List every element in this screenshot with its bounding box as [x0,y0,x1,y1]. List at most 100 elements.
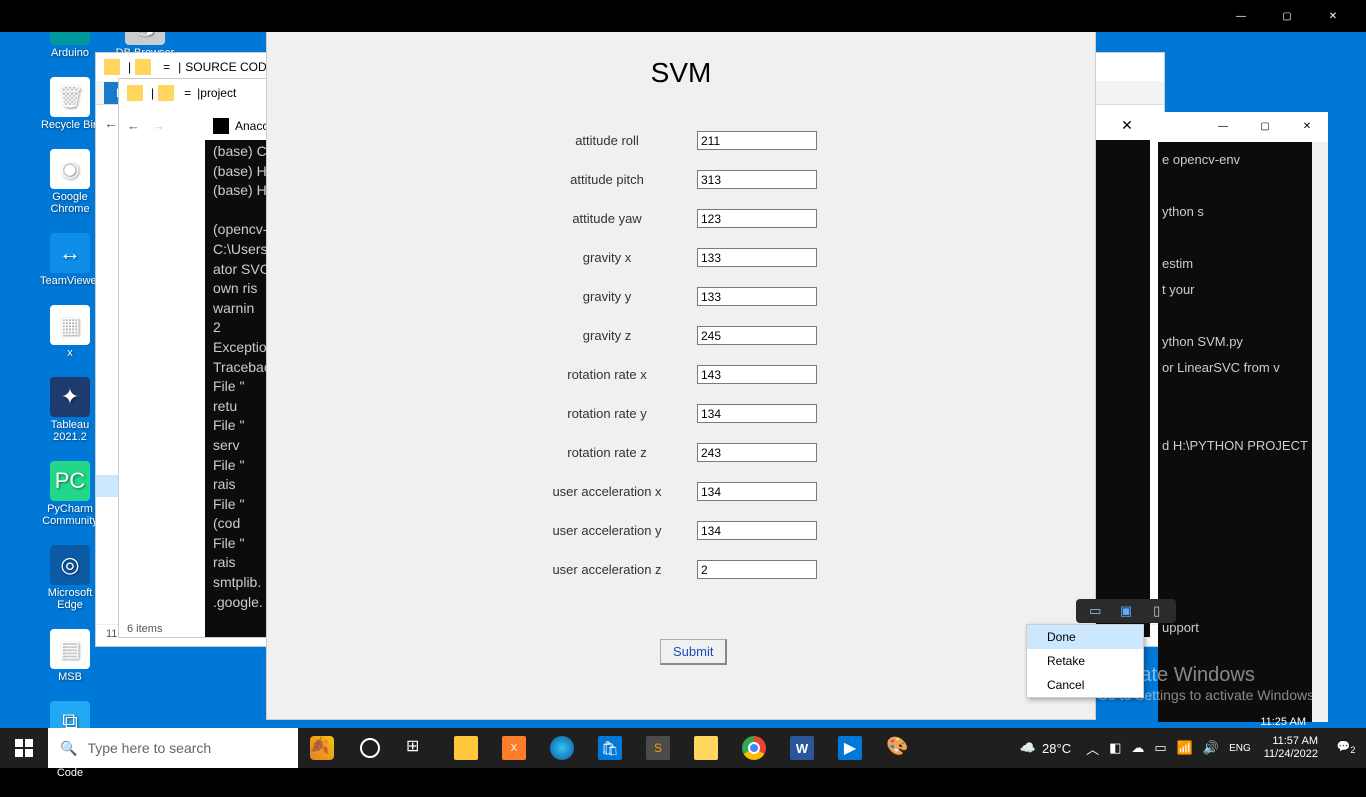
taskbar-explorer[interactable] [682,728,730,768]
notification-button[interactable]: 💬2 [1326,740,1366,755]
terminal-line [1162,225,1324,251]
snip-menu-retake[interactable]: Retake [1027,649,1143,673]
taskbar-sticky-notes[interactable] [442,728,490,768]
taskbar-movies[interactable]: ▶ [826,728,874,768]
cmd2-close[interactable]: ✕ [1286,112,1328,142]
taskbar-chrome[interactable] [730,728,778,768]
taskbar-edge[interactable] [538,728,586,768]
tray-meet-icon[interactable]: ▭ [1149,740,1171,756]
folder-icon [127,85,143,101]
taskbar-xampp[interactable]: X [490,728,538,768]
field-input-user-acceleration-z[interactable] [697,560,817,579]
terminal-line [1162,303,1324,329]
field-input-rotation-rate-z[interactable] [697,443,817,462]
app-icon: ▤ [50,629,90,669]
notification-badge: 2 [1350,746,1355,756]
cmd2-maximize[interactable]: ▢ [1244,112,1286,142]
form-row-gravity-x: gravity x [517,248,817,267]
snipping-menu: DoneRetakeCancel [1026,624,1144,698]
explorer2-status: 6 items [127,623,162,635]
system-tray: ☁️ 28°C ︿ ◧ ☁ ▭ 📶 🔊 ENG 11:57 AM 11/24/2… [1010,728,1366,768]
taskbar-cortana[interactable] [346,728,394,768]
taskbar-task-view[interactable]: ⊞ [394,728,442,768]
search-icon: 🔍 [60,740,77,757]
field-input-gravity-z[interactable] [697,326,817,345]
start-button[interactable] [0,728,48,768]
desktop-icon-google-chrome[interactable]: ◉Google Chrome [40,149,100,215]
terminal-window-right: — ▢ ✕ e opencv-env ython s estimt your y… [1158,112,1328,722]
taskbar-sublime[interactable]: S [634,728,682,768]
form-row-attitude-pitch: attitude pitch [517,170,817,189]
desktop-icon-microsoft-edge[interactable]: ◎Microsoft Edge [40,545,100,611]
bg-maximize-button[interactable]: ▢ [1264,0,1310,32]
cmd2-scrollbar[interactable] [1312,142,1328,722]
nav-back-button[interactable]: ← [104,115,118,131]
snip-icon-1[interactable]: ▭ [1086,602,1104,620]
app-icon: 🗑 [50,77,90,117]
explorer2-title-text: project [200,86,236,100]
tray-onedrive-icon[interactable]: ☁ [1126,740,1149,756]
form-heading: SVM [267,31,1095,89]
form-row-user-acceleration-x: user acceleration x [517,482,817,501]
terminal-line: upport [1162,615,1324,641]
app-icon: ▦ [50,305,90,345]
field-input-attitude-pitch[interactable] [697,170,817,189]
desktop-icon-recycle-bin[interactable]: 🗑Recycle Bin [40,77,100,131]
desktop-icons-column-1: ∞Arduino🗑Recycle Bin◉Google Chrome↔TeamV… [40,5,100,797]
nav-forward-button[interactable]: → [152,118,165,133]
tray-language-icon[interactable]: ENG [1224,743,1256,754]
field-input-gravity-x[interactable] [697,248,817,267]
terminal-line: or LinearSVC from v [1162,355,1324,381]
tray-volume-icon[interactable]: 🔊 [1198,740,1224,756]
nav-back-button[interactable]: ← [127,118,140,133]
app-icon: PC [50,461,90,501]
snip-icon-3[interactable]: ▯ [1148,602,1166,620]
desktop-icon-pycharm-community[interactable]: PCPyCharm Community [40,461,100,527]
desktop-icon-tableau-2021-2[interactable]: ✦Tableau 2021.2 [40,377,100,443]
tray-app-icon[interactable]: ◧ [1104,740,1126,756]
taskbar-store[interactable]: 🛍 [586,728,634,768]
icon-label: Tableau 2021.2 [40,419,100,443]
form-row-gravity-y: gravity y [517,287,817,306]
background-window-controls: — ▢ ✕ [1218,0,1356,32]
snipping-toolbar: ▭ ▣ ▯ [1076,599,1176,623]
field-input-gravity-y[interactable] [697,287,817,306]
field-label: attitude roll [517,133,697,148]
field-label: rotation rate x [517,367,697,382]
submit-button[interactable]: Submit [660,639,727,665]
field-input-attitude-roll[interactable] [697,131,817,150]
field-input-rotation-rate-y[interactable] [697,404,817,423]
taskbar-word[interactable]: W [778,728,826,768]
icon-label: Google Chrome [40,191,100,215]
taskbar-clock[interactable]: 11:57 AM 11/24/2022 [1256,735,1326,761]
snip-icon-2[interactable]: ▣ [1117,602,1135,620]
desktop-icon-teamviewer[interactable]: ↔TeamViewer [40,233,100,287]
tray-wifi-icon[interactable]: 📶 [1172,740,1198,756]
bg-minimize-button[interactable]: — [1218,0,1264,32]
snip-menu-cancel[interactable]: Cancel [1027,673,1143,697]
taskbar-widgets[interactable]: 🍂 [298,728,346,768]
terminal-line [1162,537,1324,563]
taskbar-paint[interactable]: 🎨 [874,728,922,768]
bg-close-button[interactable]: ✕ [1310,0,1356,32]
field-input-rotation-rate-x[interactable] [697,365,817,384]
explorer2-titlebar[interactable]: | =| project [119,79,277,107]
desktop-icon-msb[interactable]: ▤MSB [40,629,100,683]
tray-chevron-up-icon[interactable]: ︿ [1081,739,1104,758]
console-icon [213,118,229,134]
taskbar-search[interactable]: 🔍 Type here to search [48,728,298,768]
terminal-line [1162,511,1324,537]
field-input-attitude-yaw[interactable] [697,209,817,228]
terminal-line: t your [1162,277,1324,303]
snip-menu-done[interactable]: Done [1027,625,1143,649]
weather-widget[interactable]: ☁️ 28°C [1010,740,1081,756]
cmd2-minimize[interactable]: — [1202,112,1244,142]
field-input-user-acceleration-y[interactable] [697,521,817,540]
desktop-icon-x[interactable]: ▦x [40,305,100,359]
field-input-user-acceleration-x[interactable] [697,482,817,501]
clock-date: 11/24/2022 [1264,748,1318,761]
cmd-close-button[interactable]: ✕ [1104,112,1150,140]
app-icon: ↔ [50,233,90,273]
form-row-attitude-roll: attitude roll [517,131,817,150]
cmd2-titlebar[interactable]: — ▢ ✕ [1158,112,1328,142]
